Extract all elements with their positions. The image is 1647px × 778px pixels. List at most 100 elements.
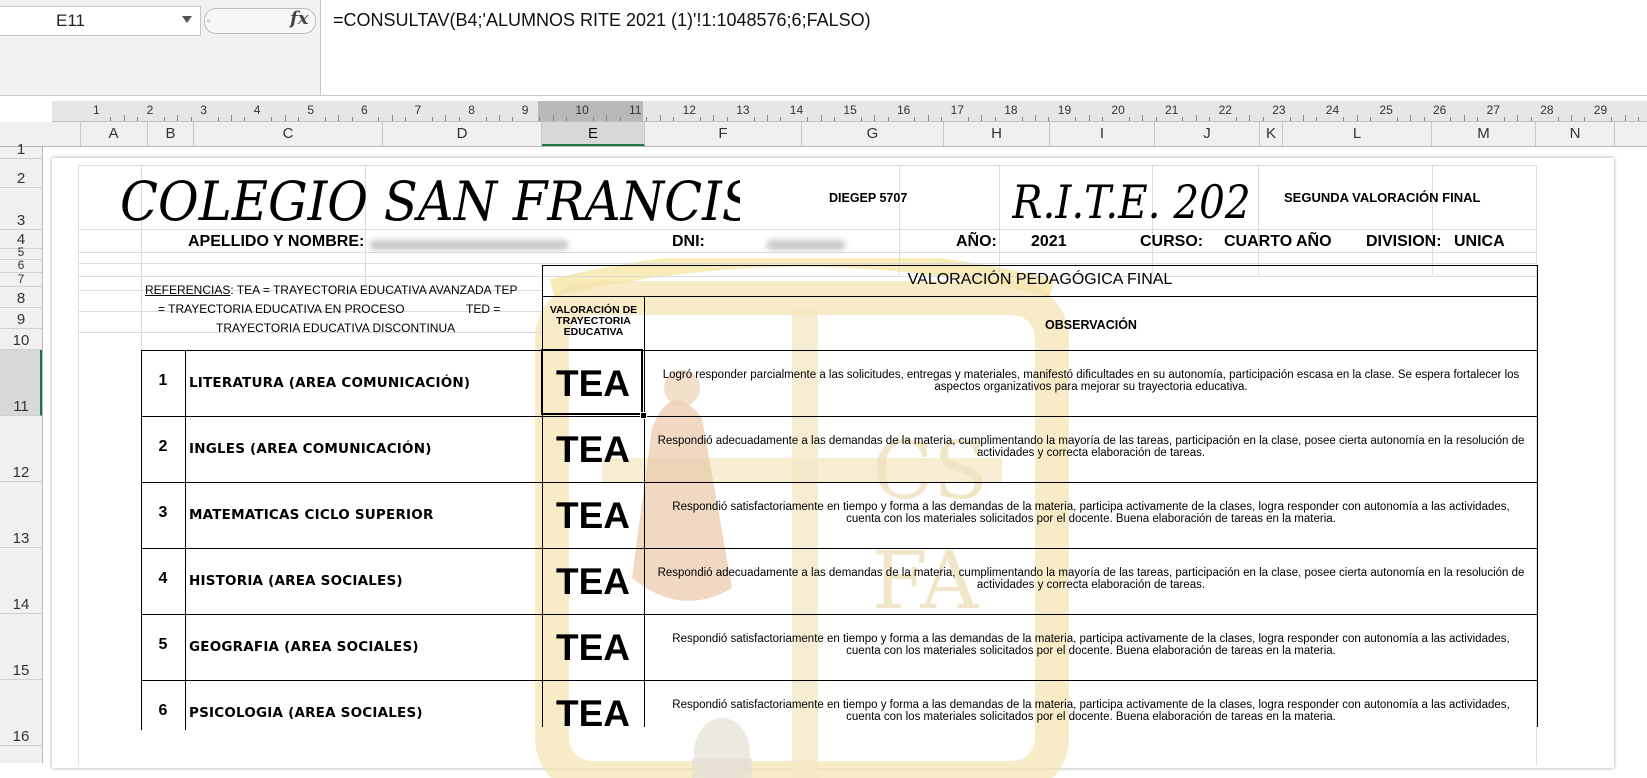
ruler-number: 11 xyxy=(629,103,642,117)
apellido-label: APELLIDO Y NOMBRE: xyxy=(188,233,365,250)
ruler-number: 24 xyxy=(1325,103,1340,117)
row-header-15[interactable]: 15 xyxy=(0,614,42,680)
column-headers: A B C D E F G H I J K L M N xyxy=(0,122,1647,147)
row-number: 2 xyxy=(158,438,168,455)
fill-handle[interactable] xyxy=(640,412,647,419)
ruler-number: 22 xyxy=(1218,103,1232,117)
diegep-label: DIEGEP 5707 xyxy=(829,191,908,205)
ruler-number: 17 xyxy=(950,103,964,117)
name-box-value: E11 xyxy=(56,11,85,30)
ruler-number: 27 xyxy=(1486,103,1500,117)
ruler-number: 5 xyxy=(307,103,315,117)
column-header-b[interactable]: B xyxy=(148,122,194,146)
chevron-down-icon[interactable] xyxy=(182,16,192,23)
ruler-tick xyxy=(1557,117,1559,121)
ruler-number: 21 xyxy=(1165,103,1179,117)
ruler-number: 13 xyxy=(736,103,750,117)
column-header-h[interactable]: H xyxy=(944,122,1050,146)
ruler-tick xyxy=(834,117,835,121)
ruler-tick xyxy=(123,115,125,121)
column-header-d[interactable]: D xyxy=(383,122,542,146)
row-header-8[interactable]: 8 xyxy=(0,287,42,308)
column-header-m[interactable]: M xyxy=(1432,122,1536,146)
ruler-tick xyxy=(1584,117,1586,121)
column-header-c[interactable]: C xyxy=(194,122,383,146)
ruler-tick xyxy=(1236,117,1237,121)
dni-label: DNI: xyxy=(672,233,705,250)
ruler-tick xyxy=(458,117,460,121)
ruler-number: 20 xyxy=(1111,103,1125,117)
ruler-tick xyxy=(780,117,782,121)
observation-text: Respondió adecuadamente a las demandas d… xyxy=(657,567,1525,591)
ruler-tick xyxy=(445,115,447,121)
rite-title: R.I.T.E. 2021 xyxy=(1012,177,1252,230)
ruler-tick xyxy=(927,115,929,121)
ruler-tick xyxy=(110,117,112,121)
row-header-3[interactable]: 3 xyxy=(0,188,42,230)
column-header-n[interactable]: N xyxy=(1536,122,1615,146)
ruler-tick xyxy=(137,117,139,121)
ruler-tick xyxy=(1638,117,1639,121)
ruler-tick xyxy=(941,117,943,121)
ruler-tick xyxy=(539,117,541,121)
column-header-k[interactable]: K xyxy=(1260,122,1283,146)
ruler-tick xyxy=(1088,115,1090,121)
column-header-j[interactable]: J xyxy=(1155,122,1260,146)
row-header-1[interactable]: 1 xyxy=(0,141,42,159)
ruler-tick xyxy=(231,115,232,121)
ruler-tick xyxy=(512,117,514,121)
column-header-g[interactable]: G xyxy=(802,122,944,146)
observation-text: Respondió satisfactoriamente en tiempo y… xyxy=(672,501,1510,525)
row-number: 3 xyxy=(158,504,168,521)
ruler-tick xyxy=(190,117,192,121)
ruler-tick xyxy=(726,117,728,121)
row-header-9[interactable]: 9 xyxy=(0,308,42,329)
ruler-number: 14 xyxy=(789,103,804,117)
name-box[interactable]: E11 xyxy=(0,6,201,36)
references-word: REFERENCIAS xyxy=(145,283,231,297)
ruler-tick xyxy=(968,117,969,121)
row-header-16[interactable]: 16 xyxy=(0,680,42,746)
ruler-tick xyxy=(244,117,246,121)
ruler-tick xyxy=(753,117,755,121)
subject-name: HISTORIA (AREA SOCIALES) xyxy=(189,573,403,589)
column-header-a[interactable]: A xyxy=(80,122,148,146)
row-number: 5 xyxy=(158,636,168,653)
ruler-tick xyxy=(1209,117,1211,121)
observation-text: Respondió adecuadamente a las demandas d… xyxy=(657,435,1525,459)
dni-redacted xyxy=(767,240,845,250)
ruler-tick xyxy=(1624,115,1626,121)
division-value: UNICA xyxy=(1454,233,1505,250)
subject-name: GEOGRAFIA (AREA SOCIALES) xyxy=(189,639,419,655)
row-header-10[interactable]: 10 xyxy=(0,329,42,350)
ruler-tick xyxy=(284,115,286,121)
ruler-tick xyxy=(606,115,608,121)
ruler-tick xyxy=(391,115,393,121)
ruler-tick xyxy=(1262,117,1264,121)
subject-name: LITERATURA (AREA COMUNICACIÓN) xyxy=(189,375,471,391)
ruler-tick xyxy=(887,117,889,121)
subject-name: PSICOLOGIA (AREA SOCIALES) xyxy=(189,705,423,721)
column-header-l[interactable]: L xyxy=(1283,122,1432,146)
insert-function-icon[interactable]: fx xyxy=(290,8,308,29)
row-header-14[interactable]: 14 xyxy=(0,548,42,614)
ruler-tick xyxy=(619,117,621,121)
ruler-tick xyxy=(1356,115,1358,121)
column-header-e[interactable]: E xyxy=(542,122,645,146)
row-header-7[interactable]: 7 xyxy=(0,272,42,287)
row-header-13[interactable]: 13 xyxy=(0,482,42,548)
column-header-i[interactable]: I xyxy=(1050,122,1155,146)
ruler-tick xyxy=(1316,117,1318,121)
ruler-tick xyxy=(673,117,675,121)
row-header-2[interactable]: 2 xyxy=(0,159,42,188)
references-line-3: TRAYECTORIA EDUCATIVA DISCONTINUA xyxy=(216,321,456,335)
ruler-tick xyxy=(324,117,326,121)
row-header-11[interactable]: 11 xyxy=(0,350,42,416)
ruler-tick xyxy=(1571,115,1572,121)
resize-handle-icon[interactable]: ◦ xyxy=(206,12,226,28)
row-header-12[interactable]: 12 xyxy=(0,416,42,482)
ruler-tick xyxy=(659,115,661,121)
column-header-f[interactable]: F xyxy=(645,122,802,146)
ruler-tick xyxy=(164,117,165,121)
ruler-tick xyxy=(1075,117,1077,121)
